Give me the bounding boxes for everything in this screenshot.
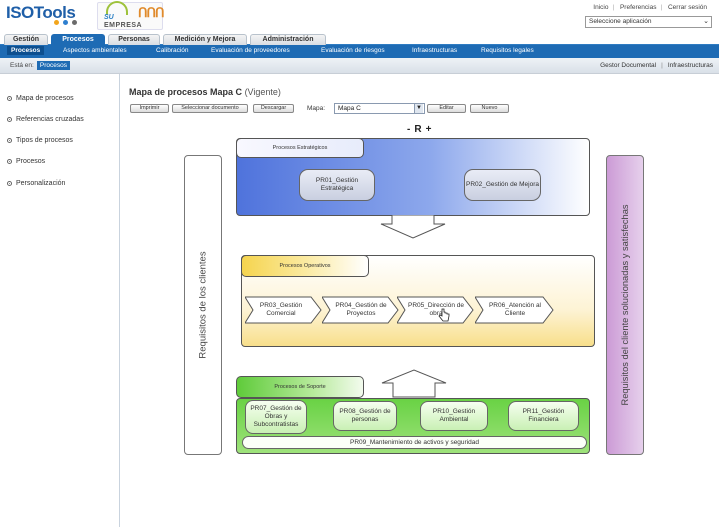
sidebar: Mapa de procesos Referencias cruzadas Ti… xyxy=(0,74,120,527)
map-select-value: Mapa C xyxy=(338,105,361,112)
sidebar-item-personalizacion[interactable]: Personalización xyxy=(7,180,65,187)
app-select[interactable]: Seleccione aplicación ⌄ xyxy=(585,16,712,28)
edit-button[interactable]: Editar xyxy=(427,104,466,113)
sidebar-item-label: Procesos xyxy=(16,158,46,165)
subnav-evaluacion-riesgos[interactable]: Evaluación de riesgos xyxy=(321,47,385,54)
map-select[interactable]: Mapa C ▼ xyxy=(334,103,425,114)
process-pr05[interactable]: PR05_Dirección de obra xyxy=(401,296,471,324)
status-label: (Vigente) xyxy=(244,87,281,97)
company-logo: SU EMPRESA ՈՈՈ xyxy=(97,1,165,30)
print-button[interactable]: Imprimir xyxy=(130,104,169,113)
main-tabs: Gestión Procesos Personas Medición y Mej… xyxy=(0,33,719,45)
zoom-in-button[interactable]: + xyxy=(426,124,436,135)
sidebar-item-label: Personalización xyxy=(16,180,66,187)
link-cerrar-sesion[interactable]: Cerrar sesión xyxy=(668,4,707,11)
bullet-icon xyxy=(7,96,12,101)
tab-administracion[interactable]: Administración xyxy=(250,34,326,45)
zoom-controls: -R+ xyxy=(407,124,435,135)
breadcrumb-current[interactable]: Procesos xyxy=(36,61,70,70)
strategic-processes-label: Procesos Estratégicos xyxy=(236,138,364,158)
process-pr01[interactable]: PR01_Gestión Estratégica xyxy=(299,169,375,201)
sidebar-item-label: Tipos de procesos xyxy=(16,137,73,144)
breadcrumb: Está en: Procesos Gestor Documental | Infra… xyxy=(0,58,719,74)
map-label: Mapa: xyxy=(307,105,326,112)
brand-line-2: EMPRESA xyxy=(104,22,143,29)
sidebar-item-label: Referencias cruzadas xyxy=(16,116,84,123)
process-pr09[interactable]: PR09_Mantenimiento de activos y segurida… xyxy=(242,436,587,449)
subnav-evaluacion-proveedores[interactable]: Evaluación de proveedores xyxy=(211,47,290,54)
select-document-button[interactable]: Seleccionar documento xyxy=(172,104,248,113)
tab-gestion[interactable]: Gestión xyxy=(4,34,48,45)
process-pr06[interactable]: PR06_Atención al Cliente xyxy=(480,296,550,324)
brand-line-1: SU xyxy=(104,14,114,21)
customer-requirements-text: Requisitos de los clientes xyxy=(197,251,209,359)
process-pr10[interactable]: PR10_Gestión Ambiental xyxy=(420,401,488,431)
link-preferencias[interactable]: Preferencias xyxy=(620,4,657,11)
app-select-value: Seleccione aplicación xyxy=(589,18,652,25)
new-button[interactable]: Nuevo xyxy=(470,104,509,113)
chevron-down-icon: ⌄ xyxy=(703,18,709,25)
logo-dots xyxy=(54,20,77,25)
link-gestor-documental[interactable]: Gestor Documental xyxy=(600,62,656,69)
zoom-reset-button[interactable]: R xyxy=(414,124,425,135)
link-inicio[interactable]: Inicio xyxy=(593,4,608,11)
header: ISOTools SU EMPRESA ՈՈՈ Inicio | Preferen… xyxy=(0,0,719,33)
process-pr03[interactable]: PR03_Gestión Comercial xyxy=(245,296,317,324)
sub-nav: Procesos Aspectos ambientales Calibració… xyxy=(0,45,719,58)
page-title: Mapa de procesos Mapa C (Vigente) xyxy=(129,87,281,97)
process-pr11[interactable]: PR11_Gestión Financiera xyxy=(508,401,579,431)
tab-medicion-mejora[interactable]: Medición y Mejora xyxy=(163,34,247,45)
customer-satisfaction-text: Requisitos del cliente solucionadas y sa… xyxy=(620,204,630,406)
bullet-icon xyxy=(7,138,12,143)
tab-procesos[interactable]: Procesos xyxy=(51,34,105,45)
process-pr02[interactable]: PR02_Gestión de Mejora xyxy=(464,169,541,201)
process-pr08[interactable]: PR08_Gestión de personas xyxy=(333,401,397,431)
download-button[interactable]: Descargar xyxy=(253,104,294,113)
sidebar-item-referencias-cruzadas[interactable]: Referencias cruzadas xyxy=(7,116,84,123)
bullet-icon xyxy=(7,117,12,122)
subnav-requisitos-legales[interactable]: Requisitos legales xyxy=(481,47,534,54)
customer-satisfaction-box: Requisitos del cliente solucionadas y sa… xyxy=(606,155,644,455)
down-arrow-icon xyxy=(380,215,446,239)
up-arrow-icon xyxy=(381,369,447,398)
support-processes-label: Procesos de Soporte xyxy=(236,376,364,398)
sidebar-item-label: Mapa de procesos xyxy=(16,95,74,102)
app-window: ISOTools SU EMPRESA ՈՈՈ Inicio | Preferen… xyxy=(0,0,719,527)
hand-cursor-icon xyxy=(438,308,450,322)
bullet-icon xyxy=(7,181,12,186)
chevron-down-icon: ▼ xyxy=(414,104,423,113)
link-infraestructuras[interactable]: Infraestructuras xyxy=(668,62,713,69)
process-pr04[interactable]: PR04_Gestión de Proyectos xyxy=(326,296,396,324)
page-title-text: Mapa de procesos Mapa C xyxy=(129,87,243,97)
operative-processes-label: Procesos Operativos xyxy=(241,255,369,277)
subnav-procesos[interactable]: Procesos xyxy=(7,46,45,55)
process-pr07[interactable]: PR07_Gestión de Obras y Subcontratistas xyxy=(245,400,307,434)
tab-personas[interactable]: Personas xyxy=(108,34,160,45)
subnav-calibracion[interactable]: Calibración xyxy=(156,47,189,54)
breadcrumb-prefix: Está en: xyxy=(10,62,34,69)
sidebar-item-mapa-procesos[interactable]: Mapa de procesos xyxy=(7,95,74,102)
subnav-aspectos-ambientales[interactable]: Aspectos ambientales xyxy=(63,47,127,54)
customer-requirements-box: Requisitos de los clientes xyxy=(184,155,222,455)
top-links: Inicio | Preferencias | Cerrar sesión xyxy=(593,4,707,11)
subnav-infraestructuras[interactable]: Infraestructuras xyxy=(412,47,457,54)
bullet-icon xyxy=(7,159,12,164)
sidebar-item-procesos[interactable]: Procesos xyxy=(7,158,45,165)
sidebar-item-tipos-procesos[interactable]: Tipos de procesos xyxy=(7,137,73,144)
brand-graphic: ՈՈՈ xyxy=(138,5,165,20)
